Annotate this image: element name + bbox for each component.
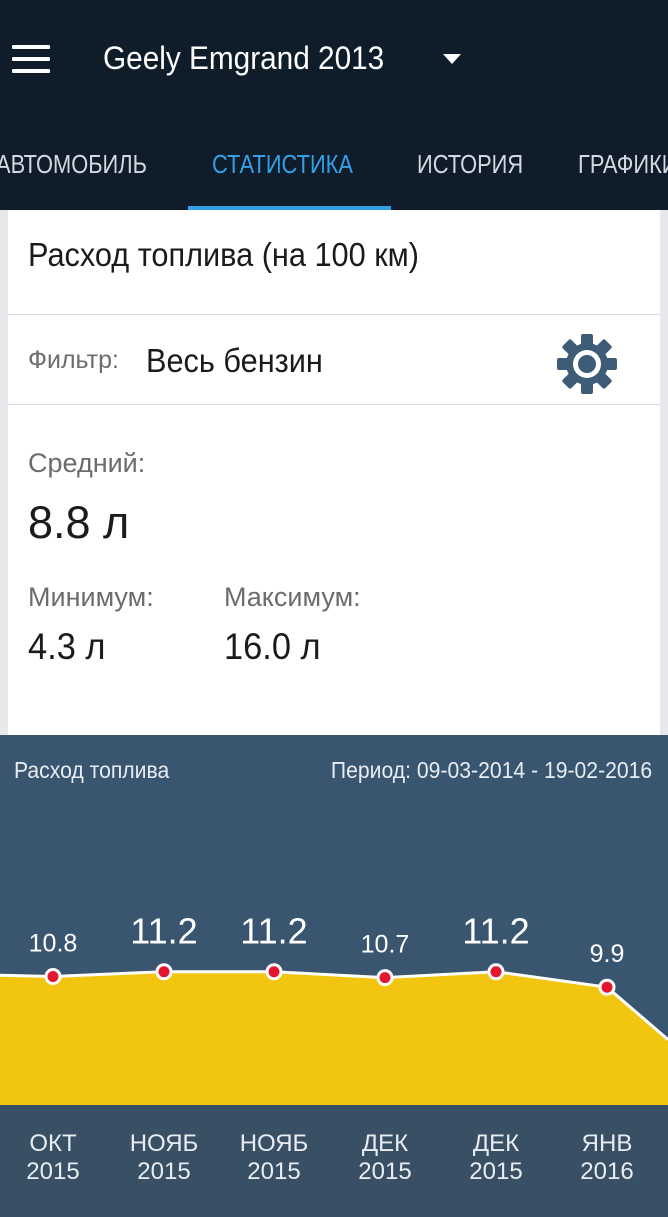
data-label: 11.2 bbox=[462, 911, 529, 952]
x-tick-month: НОЯБ bbox=[240, 1130, 309, 1157]
filter-label: Фильтр: bbox=[28, 346, 119, 374]
data-label: 11.2 bbox=[130, 911, 197, 952]
card-left-edge bbox=[0, 210, 8, 735]
x-tick-year: 2015 bbox=[469, 1158, 522, 1185]
card-right-edge bbox=[660, 210, 668, 735]
minimum-value: 4.3 л bbox=[28, 626, 106, 667]
x-tick-year: 2016 bbox=[580, 1158, 633, 1185]
data-point bbox=[155, 963, 173, 981]
divider-top bbox=[8, 314, 660, 315]
hamburger-menu-icon[interactable] bbox=[12, 45, 50, 73]
x-tick-month: НОЯБ bbox=[130, 1130, 199, 1157]
x-tick-year: 2015 bbox=[247, 1158, 300, 1185]
minimum-label: Минимум: bbox=[28, 582, 154, 612]
vehicle-title[interactable]: Geely Emgrand 2013 bbox=[103, 40, 384, 77]
average-label: Средний: bbox=[28, 448, 146, 478]
tab-statistics[interactable]: СТАТИСТИКА bbox=[212, 118, 353, 210]
maximum-value: 16.0 л bbox=[224, 626, 321, 667]
card-title: Расход топлива (на 100 км) bbox=[28, 236, 419, 273]
area-fill bbox=[0, 971, 668, 1105]
data-point bbox=[598, 978, 616, 996]
maximum-label: Максимум: bbox=[224, 582, 361, 612]
fuel-consumption-chart[interactable]: 10.8ОКТ201511.2НОЯБ201511.2НОЯБ201510.7Д… bbox=[0, 735, 668, 1217]
x-tick-year: 2015 bbox=[358, 1158, 411, 1185]
filter-value[interactable]: Весь бензин bbox=[146, 342, 323, 380]
data-point bbox=[376, 969, 394, 987]
data-point bbox=[265, 963, 283, 981]
x-tick-month: ЯНВ bbox=[582, 1130, 633, 1157]
data-label: 10.7 bbox=[361, 931, 410, 959]
average-value: 8.8 л bbox=[28, 497, 130, 548]
gear-hub bbox=[578, 355, 596, 373]
tab-charts[interactable]: ГРАФИКИ bbox=[578, 118, 668, 210]
data-point bbox=[487, 963, 505, 981]
x-tick-month: ДЕК bbox=[362, 1130, 408, 1157]
data-label: 11.2 bbox=[240, 911, 307, 952]
tab-history[interactable]: ИСТОРИЯ bbox=[417, 118, 523, 210]
x-tick-month: ОКТ bbox=[29, 1130, 77, 1157]
gear-icon[interactable] bbox=[556, 333, 618, 395]
x-tick-month: ДЕК bbox=[473, 1130, 519, 1157]
app-bar: Geely Emgrand 2013 bbox=[0, 0, 668, 118]
x-tick-year: 2015 bbox=[137, 1158, 190, 1185]
divider-bottom bbox=[8, 404, 660, 405]
x-tick-year: 2015 bbox=[26, 1158, 79, 1185]
data-label: 9.9 bbox=[590, 940, 625, 968]
tab-vehicle[interactable]: АВТОМОБИЛЬ bbox=[0, 118, 147, 210]
dropdown-arrow-icon[interactable] bbox=[443, 54, 461, 64]
tab-bar: АВТОМОБИЛЬ СТАТИСТИКА ИСТОРИЯ ГРАФИКИ bbox=[0, 118, 668, 210]
data-label: 10.8 bbox=[29, 929, 78, 957]
data-point bbox=[44, 967, 62, 985]
